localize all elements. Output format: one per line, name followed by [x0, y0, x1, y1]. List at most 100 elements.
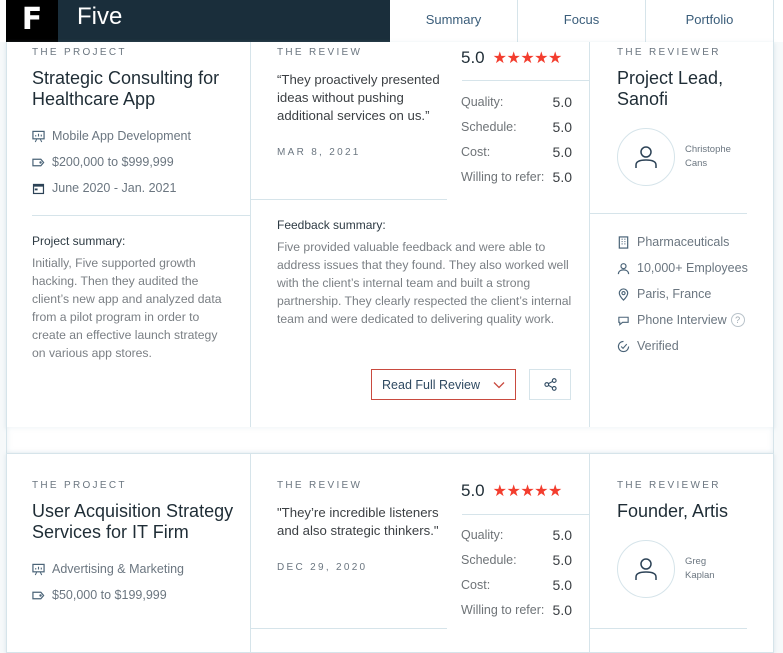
avatar	[617, 128, 675, 186]
rating-value: 5.0	[552, 93, 572, 110]
rating-schedule: Schedule: 5.0	[461, 114, 572, 139]
rating-label: Cost:	[461, 144, 491, 159]
feedback-divider	[251, 628, 447, 629]
timeline-label: June 2020 - Jan. 2021	[52, 181, 177, 195]
project-summary-text: Initially, Five supported growth hacking…	[32, 256, 222, 360]
project-service: Advertising & Marketing	[32, 556, 237, 582]
review-card: THE PROJECT Strategic Consulting for Hea…	[6, 42, 774, 428]
rating-label: Schedule:	[461, 119, 517, 134]
share-icon	[543, 378, 557, 391]
project-title: User Acquisition Strategy Services for I…	[32, 501, 234, 542]
avatar	[617, 540, 675, 598]
rating-divider	[462, 514, 590, 515]
star-rating-icon: ★★★★★	[492, 50, 563, 67]
rating-quality: Quality: 5.0	[461, 89, 572, 114]
speech-bubble-icon	[618, 316, 629, 326]
read-full-review-label: Read Full Review	[382, 377, 480, 392]
company-logo: F	[6, 0, 58, 42]
building-icon	[618, 235, 629, 249]
person-icon	[617, 262, 630, 274]
project-eyebrow: THE PROJECT	[32, 47, 127, 58]
reviewer-name: Greg Kaplan	[685, 555, 715, 583]
company-size-label: 10,000+ Employees	[637, 261, 748, 275]
reviewer-identity: Christophe Cans	[617, 128, 767, 186]
reviewer-column: THE REVIEWER Founder, Artis Greg Kaplan	[590, 454, 775, 652]
review-quote: "They’re incredible listeners and also s…	[277, 505, 439, 538]
rating-divider	[462, 80, 590, 81]
reviewer-name: Christophe Cans	[685, 143, 731, 171]
location-label: Paris, France	[637, 287, 712, 301]
chevron-down-icon	[493, 381, 505, 388]
rating-label: Schedule:	[461, 552, 517, 567]
card-separator	[6, 427, 774, 453]
help-icon[interactable]: ?	[730, 313, 745, 327]
tab-portfolio[interactable]: Portfolio	[645, 0, 773, 42]
overall-rating: 5.0 ★★★★★	[461, 479, 577, 503]
reviewer-verified: Verified	[617, 333, 772, 359]
company-name: Five	[77, 3, 123, 30]
reviewer-column: THE REVIEWER Project Lead, Sanofi Christ…	[590, 42, 775, 427]
feedback-summary-text: Five provided valuable feedback and were…	[277, 240, 572, 326]
overall-score: 5.0	[461, 481, 485, 500]
project-service: Mobile App Development	[32, 123, 237, 149]
reviewer-interview-type: Phone Interview ?	[617, 307, 772, 333]
verified-label: Verified	[637, 339, 679, 353]
rating-breakdown: Quality: 5.0 Schedule: 5.0 Cost: 5.0 Willin…	[461, 89, 572, 189]
interview-label: Phone Interview	[637, 313, 727, 327]
review-date: MAR 8, 2021	[277, 147, 361, 158]
rating-value: 5.0	[552, 576, 572, 593]
check-circle-icon	[617, 340, 630, 352]
review-column: THE REVIEW "They’re incredible listeners…	[251, 454, 590, 652]
star-rating-icon: ★★★★★	[492, 483, 563, 500]
project-title: Strategic Consulting for Healthcare App	[32, 68, 220, 109]
price-tag-icon	[32, 158, 45, 166]
industry-label: Pharmaceuticals	[637, 235, 730, 249]
tab-focus[interactable]: Focus	[517, 0, 645, 42]
location-pin-icon	[618, 287, 629, 301]
reviewer-eyebrow: THE REVIEWER	[617, 47, 721, 58]
rating-label: Quality:	[461, 94, 504, 109]
reviewer-divider	[590, 213, 747, 214]
rating-value: 5.0	[552, 118, 572, 135]
rating-schedule: Schedule: 5.0	[461, 547, 572, 572]
overall-rating: 5.0 ★★★★★	[461, 46, 577, 70]
presentation-icon	[32, 563, 45, 575]
budget-label: $200,000 to $999,999	[52, 155, 174, 169]
project-summary-label: Project summary:	[32, 234, 126, 248]
reviewer-first-name: Greg	[685, 556, 707, 567]
calendar-icon	[32, 183, 45, 194]
project-column: THE PROJECT User Acquisition Strategy Se…	[7, 454, 251, 652]
feedback-divider	[251, 199, 447, 200]
budget-label: $50,000 to $199,999	[52, 588, 167, 602]
reviewer-title: Project Lead, Sanofi	[617, 68, 724, 109]
user-icon	[635, 558, 657, 580]
review-card: THE PROJECT User Acquisition Strategy Se…	[6, 453, 774, 653]
rating-value: 5.0	[552, 601, 572, 618]
overall-score: 5.0	[461, 48, 485, 67]
rating-cost: Cost: 5.0	[461, 139, 572, 164]
tab-summary[interactable]: Summary	[390, 0, 517, 42]
top-bar: F Five Summary Focus Portfolio	[0, 0, 783, 42]
reviewer-last-name: Cans	[685, 158, 708, 169]
service-label: Advertising & Marketing	[52, 562, 185, 576]
service-label: Mobile App Development	[52, 129, 191, 143]
reviewer-divider	[590, 628, 747, 629]
price-tag-icon	[32, 591, 45, 599]
presentation-icon	[32, 130, 45, 142]
project-column: THE PROJECT Strategic Consulting for Hea…	[7, 42, 251, 427]
rating-value: 5.0	[552, 168, 572, 185]
feedback-summary-label: Feedback summary:	[277, 218, 386, 232]
review-eyebrow: THE REVIEW	[277, 480, 363, 491]
review-date: DEC 29, 2020	[277, 562, 368, 573]
review-quote: “They proactively presented ideas withou…	[277, 72, 440, 123]
rating-quality: Quality: 5.0	[461, 522, 572, 547]
project-budget: $200,000 to $999,999	[32, 149, 237, 175]
read-full-review-button[interactable]: Read Full Review	[371, 369, 516, 400]
user-icon	[635, 146, 657, 168]
company-header: F Five	[6, 0, 390, 42]
reviewer-identity: Greg Kaplan	[617, 540, 767, 598]
project-eyebrow: THE PROJECT	[32, 480, 127, 491]
reviewer-title: Founder, Artis	[617, 501, 729, 521]
share-button[interactable]	[529, 369, 571, 400]
rating-label: Quality:	[461, 527, 504, 542]
